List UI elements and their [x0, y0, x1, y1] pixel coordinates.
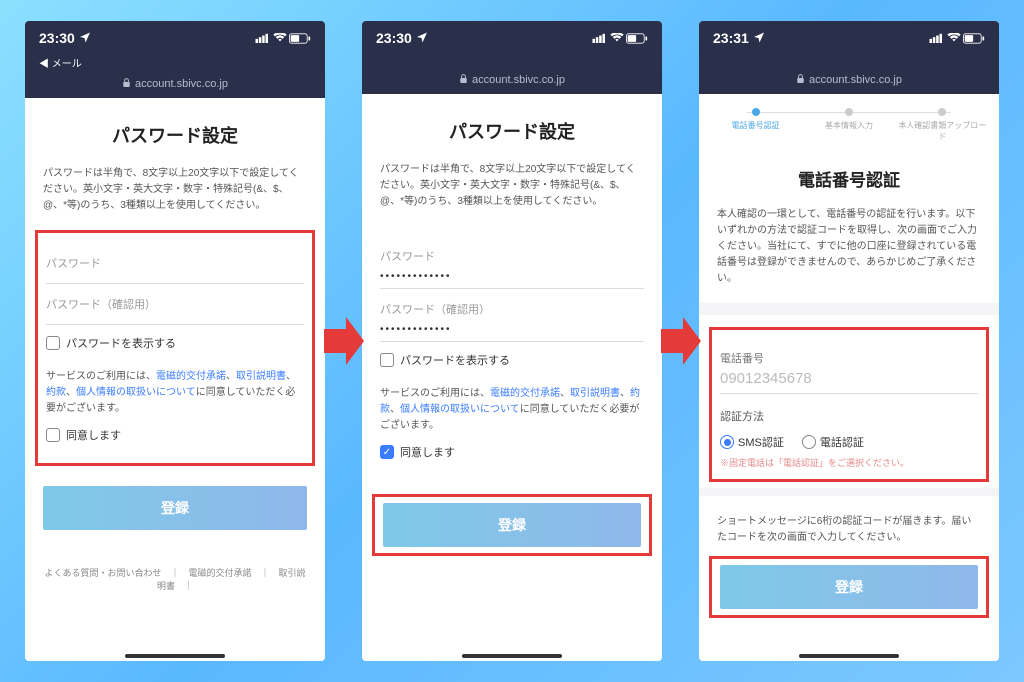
- show-password-checkbox[interactable]: パスワードを表示する: [380, 342, 644, 378]
- terms-text: サービスのご利用には、電磁的交付承諾、取引説明書、約款、個人情報の取扱いについて…: [46, 369, 304, 417]
- phone-screen-1: 23:30 ◀ メール account.sbivc.co.jp パスワード設定 …: [25, 21, 325, 661]
- status-icons: [929, 33, 985, 44]
- landline-note: ※固定電話は「電話認証」をご選択ください。: [720, 456, 978, 469]
- arrow-icon: [324, 311, 364, 371]
- status-time: 23:30: [39, 30, 75, 46]
- page-title: パスワード設定: [43, 122, 307, 148]
- agree-checkbox[interactable]: 同意します: [46, 417, 304, 453]
- link-denshi[interactable]: 電磁的交付承諾: [490, 388, 560, 399]
- agree-checkbox[interactable]: ✓ 同意します: [380, 434, 644, 470]
- form: パスワード ••••••••••••• パスワード（確認用） •••••••••…: [372, 226, 652, 480]
- link-privacy[interactable]: 個人情報の取扱いについて: [76, 387, 196, 398]
- link-yakkan[interactable]: 約款: [46, 387, 66, 398]
- checkbox-icon: [380, 353, 394, 367]
- radio-call[interactable]: 電話認証: [802, 434, 864, 450]
- home-indicator[interactable]: [125, 654, 225, 658]
- footer-links[interactable]: よくある質問・お問い合わせ ｜ 電磁的交付承諾 ｜ 取引説明書 ｜: [43, 536, 307, 592]
- password-input[interactable]: パスワード: [46, 243, 304, 284]
- home-indicator[interactable]: [462, 654, 562, 658]
- lock-icon: [459, 74, 468, 86]
- phone-input[interactable]: 電話番号 09012345678: [720, 340, 978, 394]
- submit-button[interactable]: 登録: [720, 565, 978, 609]
- password-confirm-input[interactable]: パスワード（確認用） •••••••••••••: [380, 289, 644, 342]
- radio-sms[interactable]: SMS認証: [720, 434, 784, 450]
- link-torihiki[interactable]: 取引説明書: [570, 388, 620, 399]
- step-basic: 基本情報入力: [802, 108, 895, 131]
- back-nav: [699, 55, 999, 70]
- phone-screen-2: 23:30 account.sbivc.co.jp パスワード設定 パスワードは…: [362, 21, 662, 661]
- location-icon: [753, 30, 765, 46]
- submit-highlight: 登録: [372, 494, 652, 556]
- status-icons: [592, 33, 648, 44]
- submit-highlight: 登録: [709, 556, 989, 618]
- link-torihiki[interactable]: 取引説明書: [236, 371, 286, 382]
- location-icon: [79, 30, 91, 46]
- phone-desc: 本人確認の一環として、電話番号の認証を行います。以下いずれかの方法で認証コードを…: [717, 207, 981, 287]
- submit-button[interactable]: 登録: [43, 486, 307, 530]
- auth-method-radios: SMS認証 電話認証: [720, 434, 978, 450]
- checkbox-checked-icon: ✓: [380, 445, 394, 459]
- submit-button[interactable]: 登録: [383, 503, 641, 547]
- status-bar: 23:31: [699, 21, 999, 55]
- sms-info: ショートメッセージに6桁の認証コードが届きます。届いたコードを次の画面で入力して…: [717, 508, 981, 546]
- progress-steps: 電話番号認証 基本情報入力 本人確認書類アップロード: [699, 94, 999, 148]
- checkbox-icon: [46, 428, 60, 442]
- password-desc: パスワードは半角で、8文字以上20文字以下で設定してください。英小文字・英大文字…: [380, 162, 644, 210]
- step-phone: 電話番号認証: [709, 108, 802, 131]
- status-bar: 23:30: [25, 21, 325, 55]
- terms-text: サービスのご利用には、電磁的交付承諾、取引説明書、約款、個人情報の取扱いについて…: [380, 386, 644, 434]
- url-bar[interactable]: account.sbivc.co.jp: [699, 70, 999, 94]
- home-indicator[interactable]: [799, 654, 899, 658]
- password-confirm-input[interactable]: パスワード（確認用）: [46, 284, 304, 325]
- password-input[interactable]: パスワード •••••••••••••: [380, 236, 644, 289]
- url-bar[interactable]: account.sbivc.co.jp: [362, 70, 662, 94]
- status-time: 23:30: [376, 30, 412, 46]
- form-highlight: パスワード パスワード（確認用） パスワードを表示する サービスのご利用には、電…: [35, 230, 315, 466]
- link-denshi[interactable]: 電磁的交付承諾: [156, 371, 226, 382]
- page-title: パスワード設定: [380, 118, 644, 144]
- password-desc: パスワードは半角で、8文字以上20文字以下で設定してください。英小文字・英大文字…: [43, 166, 307, 214]
- lock-icon: [796, 74, 805, 86]
- step-upload: 本人確認書類アップロード: [896, 108, 989, 142]
- page-title: 電話番号認証: [717, 166, 981, 191]
- lock-icon: [122, 78, 131, 90]
- back-nav[interactable]: ◀ メール: [25, 55, 325, 74]
- radio-icon: [802, 435, 816, 449]
- radio-selected-icon: [720, 435, 734, 449]
- arrow-icon: [661, 311, 701, 371]
- phone-screen-3: 23:31 account.sbivc.co.jp 電話番号認証 基本情報入力: [699, 21, 999, 661]
- link-privacy[interactable]: 個人情報の取扱いについて: [400, 404, 520, 415]
- url-bar[interactable]: account.sbivc.co.jp: [25, 74, 325, 98]
- phone-form-highlight: 電話番号 09012345678 認証方法 SMS認証 電話認証 ※固定電話は「…: [709, 327, 989, 482]
- location-icon: [416, 30, 428, 46]
- status-icons: [255, 33, 311, 44]
- status-bar: 23:30: [362, 21, 662, 55]
- show-password-checkbox[interactable]: パスワードを表示する: [46, 325, 304, 361]
- back-nav: [362, 55, 662, 70]
- method-label: 認証方法: [720, 408, 978, 424]
- checkbox-icon: [46, 336, 60, 350]
- status-time: 23:31: [713, 30, 749, 46]
